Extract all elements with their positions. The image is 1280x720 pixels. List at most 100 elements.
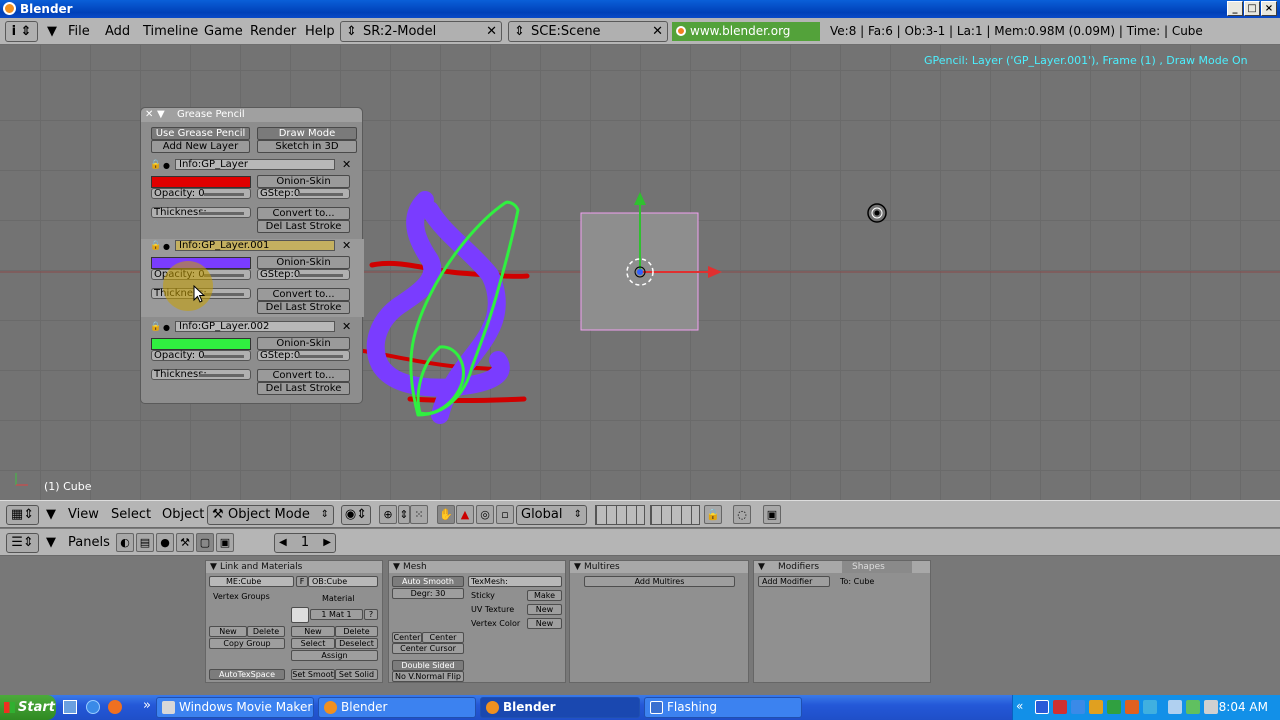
panel-header[interactable]: ▼ Multires [570,561,748,573]
sketch-in-3d-toggle[interactable]: Sketch in 3D [257,140,357,153]
info-editor-type-icon[interactable]: i ⇕ [5,21,38,42]
material-delete-button[interactable]: Delete [335,626,378,637]
material-deselect-button[interactable]: Deselect [335,638,378,649]
collapse-triangle-icon[interactable]: ▼ [46,506,56,524]
orientation-selector[interactable]: Global ⇕ [516,505,587,525]
blender-org-link[interactable]: www.blender.org 249.2 [672,22,820,57]
center-button[interactable]: Center [392,632,422,643]
material-color-swatch[interactable] [291,607,309,623]
vcol-new-button[interactable]: New [527,618,562,629]
lock-layers-icon[interactable]: 🔒 [704,505,722,524]
tray-app-icon[interactable] [1168,700,1182,714]
del-last-stroke-button[interactable]: Del Last Stroke [257,301,350,314]
screen-selector[interactable]: ⇕ SR:2-Model ✕ [340,21,502,42]
delete-layer-icon[interactable]: ✕ [342,239,351,252]
add-multires-button[interactable]: Add Multires [584,576,735,587]
eye-icon[interactable]: ● [163,161,170,170]
taskbar-flashing[interactable]: Flashing [644,697,802,718]
vgroup-new-button[interactable]: New [209,626,247,637]
lock-icon[interactable]: 🔒 [150,241,161,251]
menu-object[interactable]: Object [162,506,204,524]
onion-skin-toggle[interactable]: Onion-Skin [257,337,350,350]
opacity-slider[interactable]: Opacity: 0 [151,188,251,199]
scene-context-icon[interactable]: ▣ [216,533,234,552]
material-query-button[interactable]: ? [364,609,378,620]
eye-icon[interactable]: ● [163,242,170,251]
layer-buttons-right[interactable] [650,505,700,525]
collapse-triangle-icon[interactable]: ▼ [157,108,165,122]
tray-app-icon[interactable] [1107,700,1121,714]
add-new-layer-button[interactable]: Add New Layer [151,140,250,153]
hand-manipulator-icon[interactable]: ✋ [437,505,455,524]
menu-render[interactable]: Render [250,22,296,41]
tray-app-icon[interactable] [1186,700,1200,714]
collapse-triangle-icon[interactable]: ▼ [47,22,57,41]
pivot-icon[interactable]: ⊕ [379,505,397,524]
gstep-slider[interactable]: GStep:0 [257,350,350,361]
menu-panels[interactable]: Panels [68,534,110,552]
rotate-manipulator-icon[interactable]: ◎ [476,505,494,524]
layer-name-field[interactable]: Info:GP_Layer [175,159,335,170]
tray-security-icon[interactable] [1053,700,1067,714]
layer-name-field[interactable]: Info:GP_Layer.002 [175,321,335,332]
editing-context-icon[interactable]: ▢ [196,533,214,552]
tray-app-icon[interactable] [1035,700,1049,714]
add-modifier-button[interactable]: Add Modifier [758,576,830,587]
collapse-triangle-icon[interactable]: ▼ [393,561,400,573]
tab-shapes[interactable]: Shapes [842,561,912,573]
material-select-button[interactable]: Select [291,638,335,649]
collapse-triangle-icon[interactable]: ▼ [758,561,765,573]
ie-icon[interactable] [86,700,100,714]
shading-context-icon[interactable]: ● [156,533,174,552]
taskbar-blender-2[interactable]: Blender [480,697,640,718]
no-vnormal-flip-toggle[interactable]: No V.Normal Flip [392,671,464,682]
panel-header[interactable]: ✕ ▼ Grease Pencil [141,108,362,122]
thickness-slider[interactable]: Thickness: [151,369,251,380]
object-context-icon[interactable]: ⚒ [176,533,194,552]
scene-selector[interactable]: ⇕ SCE:Scene ✕ [508,21,668,42]
menu-game[interactable]: Game [204,22,243,41]
del-last-stroke-button[interactable]: Del Last Stroke [257,382,350,395]
script-context-icon[interactable]: ▤ [136,533,154,552]
frame-number-field[interactable]: ◀ 1 ▶ [274,533,336,553]
material-index-field[interactable]: 1 Mat 1 [310,609,363,620]
draw-type-selector[interactable]: ◉⇕ [341,505,371,525]
mesh-name-field[interactable]: ME:Cube [209,576,294,587]
tab-modifiers[interactable]: Modifiers [778,562,819,572]
panel-header[interactable]: ▼ Link and Materials [206,561,382,573]
menu-view[interactable]: View [68,506,99,524]
scale-manipulator-icon[interactable]: ▫ [496,505,514,524]
collapse-triangle-icon[interactable]: ▼ [46,534,56,552]
convert-to-button[interactable]: Convert to... [257,288,350,301]
minimize-button[interactable]: _ [1227,1,1243,16]
fake-user-button[interactable]: F [296,576,308,587]
left-arrow-icon[interactable]: ◀ [279,534,287,552]
editor-type-list-icon[interactable]: ☰⇕ [6,533,39,553]
lock-icon[interactable]: 🔒 [150,160,161,170]
tray-network-icon[interactable] [1071,700,1085,714]
gstep-slider[interactable]: GStep:0 [257,269,350,280]
degree-field[interactable]: Degr: 30 [392,588,464,599]
material-new-button[interactable]: New [291,626,335,637]
texmesh-field[interactable]: TexMesh: [468,576,562,587]
gstep-slider[interactable]: GStep:0 [257,188,350,199]
auto-smooth-toggle[interactable]: Auto Smooth [392,576,464,587]
lock-icon[interactable]: 🔒 [150,322,161,332]
translate-manipulator-icon[interactable]: ▲ [456,505,474,524]
tray-app-icon[interactable] [1089,700,1103,714]
maximize-button[interactable]: □ [1244,1,1260,16]
quick-launch-chevron-icon[interactable]: » [143,698,151,713]
menu-help[interactable]: Help [305,22,335,41]
del-last-stroke-button[interactable]: Del Last Stroke [257,220,350,233]
panel-header[interactable]: ▼ Modifiers Shapes [754,561,930,573]
delete-layer-icon[interactable]: ✕ [342,158,351,171]
center-new-button[interactable]: Center Ne [422,632,464,651]
mode-selector[interactable]: ⚒ Object Mode ⇕ [207,505,334,525]
close-icon[interactable]: ✕ [652,22,663,41]
firefox-icon[interactable] [108,700,122,714]
menu-file[interactable]: File [68,22,90,41]
logic-context-icon[interactable]: ◐ [116,533,134,552]
onion-skin-toggle[interactable]: Onion-Skin [257,175,350,188]
eye-icon[interactable]: ● [163,323,170,332]
onion-skin-toggle[interactable]: Onion-Skin [257,256,350,269]
